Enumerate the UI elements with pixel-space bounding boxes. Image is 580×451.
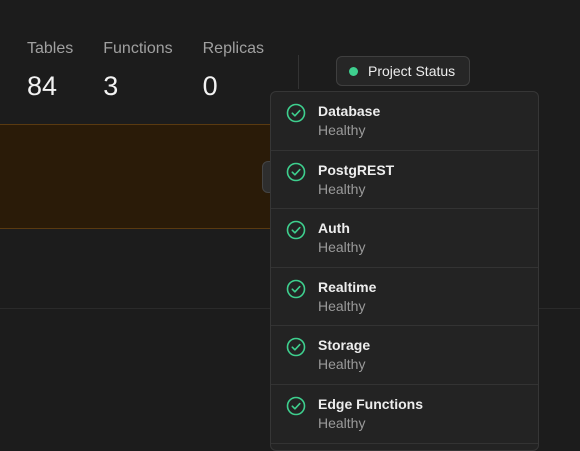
service-status: Healthy	[318, 180, 366, 197]
service-status: Healthy	[318, 356, 366, 373]
stat-functions[interactable]: Functions 3	[103, 39, 172, 101]
status-dot	[349, 66, 358, 76]
service-status: Healthy	[318, 414, 366, 431]
check-circle-icon	[286, 103, 306, 123]
stat-replicas[interactable]: Replicas 0	[203, 39, 264, 101]
project-status-label: Project Status	[368, 63, 456, 79]
service-item-database[interactable]: Database Healthy	[271, 92, 538, 151]
divider	[298, 55, 299, 89]
service-status: Healthy	[318, 122, 366, 138]
service-item-realtime[interactable]: Realtime Healthy	[271, 268, 538, 327]
project-status-dropdown: Database Healthy PostgREST Healthy Auth …	[270, 91, 539, 451]
stat-label: Tables	[27, 40, 74, 57]
service-name: PostgREST	[318, 161, 395, 178]
service-item-postgrest[interactable]: PostgREST Healthy	[271, 151, 538, 210]
service-item-auth[interactable]: Auth Healthy	[271, 209, 538, 268]
check-circle-icon	[286, 338, 306, 357]
service-status: Healthy	[318, 297, 366, 314]
stat-value: 0	[202, 71, 218, 101]
service-status: Healthy	[318, 239, 366, 256]
service-name: Auth	[318, 220, 350, 237]
service-item-storage[interactable]: Storage Healthy	[271, 326, 538, 385]
service-name: Edge Functions	[318, 395, 423, 412]
stat-value: 3	[103, 71, 119, 101]
check-circle-icon	[286, 279, 306, 299]
check-circle-icon	[286, 162, 306, 181]
stat-label: Replicas	[202, 40, 264, 57]
project-status-button[interactable]: Project Status	[336, 56, 470, 86]
stat-label: Functions	[103, 40, 173, 57]
notice-banner	[0, 124, 289, 229]
service-name: Database	[318, 103, 381, 119]
service-name: Realtime	[318, 278, 377, 295]
check-circle-icon	[286, 396, 306, 416]
check-circle-icon	[286, 220, 306, 240]
project-stats: Tables 84 Functions 3 Replicas 0	[27, 39, 294, 101]
stat-value: 84	[27, 71, 58, 101]
stat-tables[interactable]: Tables 84	[27, 39, 73, 101]
service-name: Storage	[318, 337, 371, 354]
